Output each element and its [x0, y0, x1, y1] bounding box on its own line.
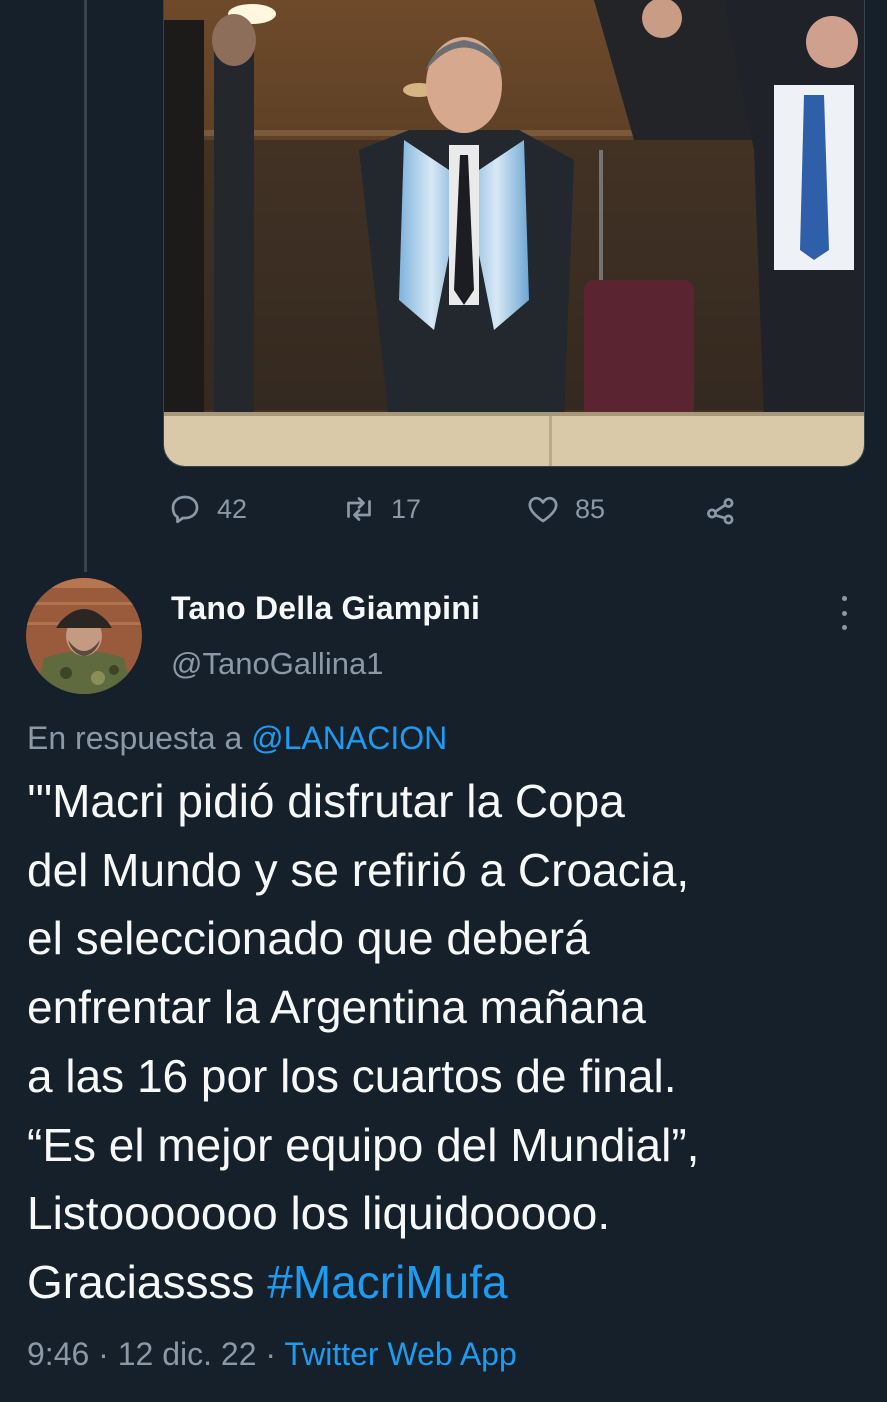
thread-connector-line	[84, 0, 87, 572]
tweet-text-line: del Mundo y se refirió a Croacia,	[27, 843, 690, 896]
tweet-time[interactable]: 9:46	[27, 1336, 89, 1372]
reply-icon	[171, 495, 199, 524]
retweet-count: 17	[391, 493, 422, 524]
tweet-action-bar: 42 17 85	[163, 486, 863, 532]
tweet-text: '"Macri pidió disfrutar la Copa del Mund…	[27, 767, 867, 1317]
more-dot-icon	[841, 610, 847, 616]
share-icon	[707, 498, 734, 525]
tweet-text-line: Listooooooo los liquidooooo.	[27, 1187, 611, 1240]
tweet-text-line: enfrentar la Argentina mañana	[27, 981, 646, 1034]
tweet-text-line: '"Macri pidió disfrutar la Copa	[27, 775, 625, 827]
more-dot-icon	[841, 625, 847, 630]
more-dot-icon	[841, 596, 847, 601]
user-avatar-photo	[26, 578, 142, 694]
like-button[interactable]: 85	[525, 486, 605, 532]
retweet-button[interactable]: 17	[341, 486, 421, 532]
tweet-text-line: “Es el mejor equipo del Mundial”,	[27, 1118, 700, 1171]
reply-button[interactable]: 42	[167, 486, 247, 532]
more-options-button[interactable]	[828, 596, 860, 630]
hashtag-link[interactable]: #MacriMufa	[267, 1256, 507, 1308]
stadium-box-photo	[164, 0, 864, 466]
meta-separator: ·	[265, 1336, 277, 1372]
retweet-icon	[347, 497, 371, 521]
tweet-text-line: el seleccionado que deberá	[27, 912, 590, 965]
tweet-source-link[interactable]: Twitter Web App	[284, 1336, 516, 1372]
heart-icon	[528, 496, 558, 523]
user-handle[interactable]: @TanoGallina1	[171, 646, 383, 682]
display-name[interactable]: Tano Della Giampini	[171, 590, 480, 627]
reply-context: En respuesta a @LANACION	[27, 720, 447, 757]
tweet-text-line: a las 16 por los cuartos de final.	[27, 1049, 677, 1102]
like-count: 85	[575, 493, 606, 524]
tweet-metadata: 9:46 · 12 dic. 22 · Twitter Web App	[27, 1336, 517, 1373]
tweet-date[interactable]: 12 dic. 22	[118, 1336, 257, 1372]
tweet-text-line: Graciassss	[27, 1255, 268, 1308]
reply-to-mention-link[interactable]: @LANACION	[251, 720, 447, 756]
reply-prefix: En respuesta a	[27, 720, 243, 756]
share-button[interactable]	[703, 486, 753, 532]
reply-count: 42	[217, 493, 248, 524]
meta-separator: ·	[98, 1336, 109, 1372]
tweet-media-photo[interactable]	[163, 0, 865, 467]
avatar[interactable]	[26, 578, 142, 694]
